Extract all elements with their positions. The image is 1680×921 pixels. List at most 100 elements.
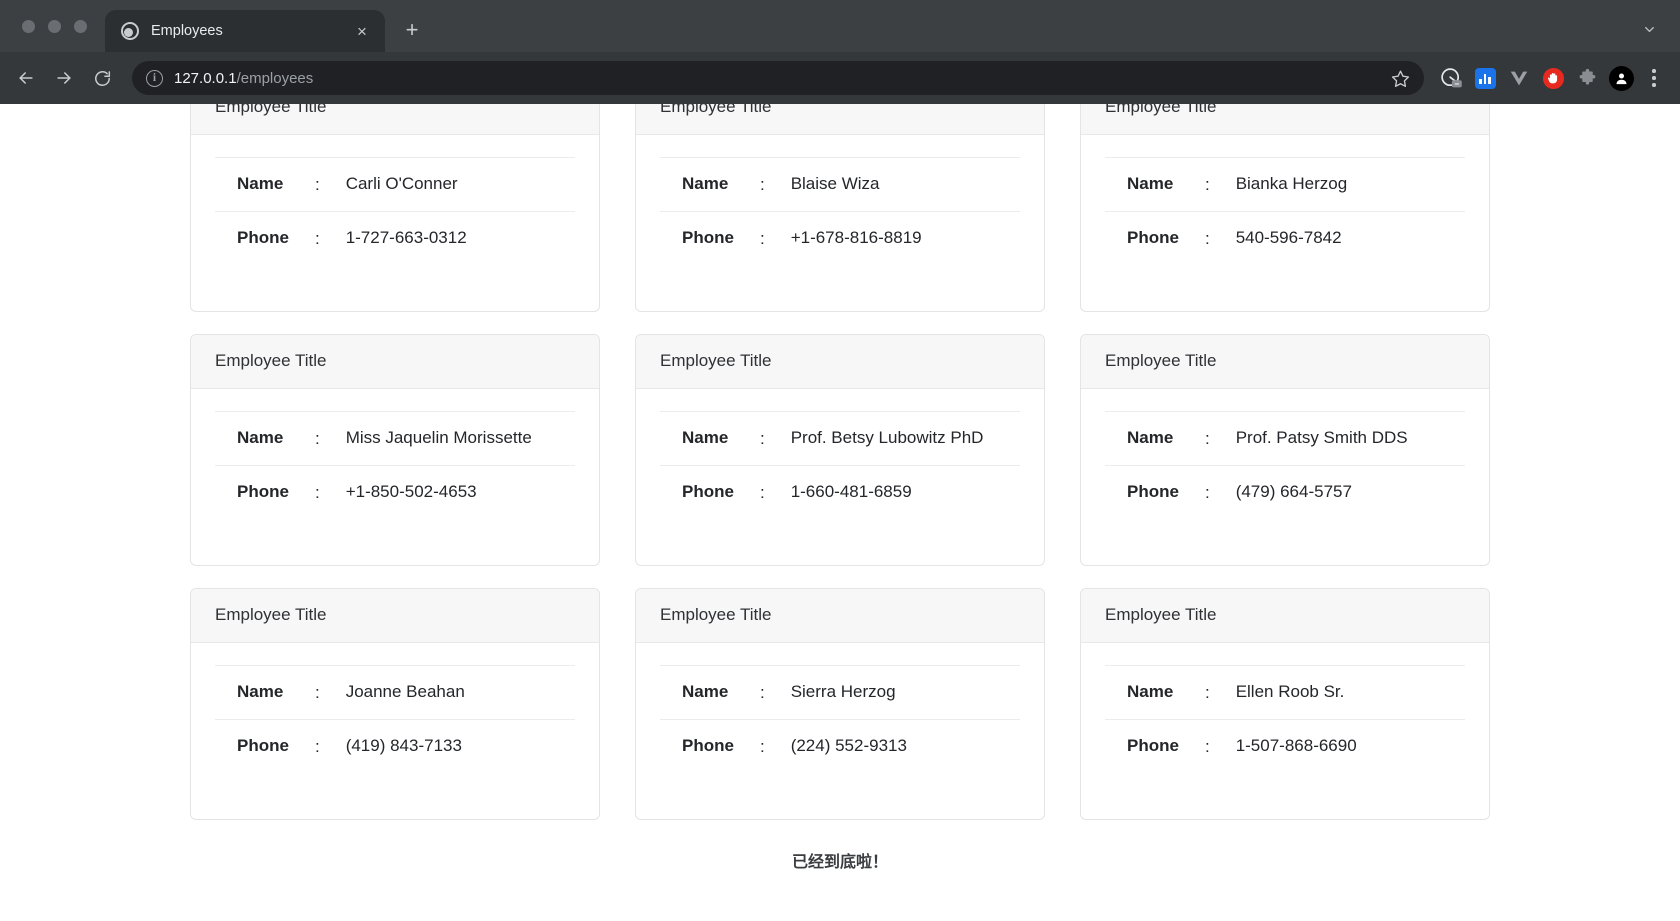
card-title: Employee Title — [191, 589, 599, 643]
name-label: Name — [237, 174, 284, 193]
phone-value: 540-596-7842 — [1235, 228, 1342, 247]
card-title: Employee Title — [1081, 589, 1489, 643]
info-circle-icon[interactable]: i — [146, 69, 163, 87]
screenshot-extension-icon[interactable] — [1436, 63, 1466, 93]
profile-avatar-button[interactable] — [1606, 63, 1636, 93]
separator: : — [759, 228, 765, 248]
table-row-name: Name : Blaise Wiza — [660, 157, 1020, 212]
card-body: Name : Prof. Patsy Smith DDS Phone : (47… — [1081, 389, 1489, 565]
table-row-phone: Phone : +1-678-816-8819 — [660, 211, 1020, 266]
separator: : — [1204, 228, 1210, 248]
separator: : — [759, 736, 765, 756]
employee-detail-table: Name : Prof. Patsy Smith DDS Phone : (47… — [1105, 411, 1465, 519]
analytics-extension-icon[interactable] — [1470, 63, 1500, 93]
table-row-phone: Phone : 540-596-7842 — [1105, 211, 1465, 266]
name-label: Name — [1127, 682, 1174, 701]
card-title: Employee Title — [191, 335, 599, 389]
minimize-window-button[interactable] — [48, 19, 61, 33]
card-body: Name : Prof. Betsy Lubowitz PhD Phone : … — [636, 389, 1044, 565]
separator: : — [314, 482, 320, 502]
table-row-phone: Phone : (419) 843-7133 — [215, 719, 575, 774]
separator: : — [1204, 428, 1210, 448]
person-avatar-icon — [1608, 65, 1634, 91]
url-text: 127.0.0.1/employees — [174, 70, 313, 87]
separator: : — [314, 736, 320, 756]
address-bar[interactable]: i 127.0.0.1/employees — [132, 61, 1424, 95]
table-row-phone: Phone : 1-727-663-0312 — [215, 211, 575, 266]
vimium-extension-icon[interactable] — [1504, 63, 1534, 93]
phone-label: Phone — [1127, 228, 1179, 247]
card-body: Name : Joanne Beahan Phone : (419) 843-7… — [191, 643, 599, 819]
tab-strip: Employees × + — [0, 0, 1680, 52]
table-row-name: Name : Carli O'Conner — [215, 157, 575, 212]
card-title: Employee Title — [636, 335, 1044, 389]
close-window-button[interactable] — [22, 19, 35, 33]
name-value: Miss Jaquelin Morissette — [345, 428, 532, 447]
name-value: Sierra Herzog — [790, 682, 896, 701]
employee-card[interactable]: Employee Title Name : Ellen Roob Sr. Pho… — [1080, 588, 1490, 820]
employee-detail-table: Name : Carli O'Conner Phone : 1-727-663-… — [215, 157, 575, 265]
new-tab-button[interactable]: + — [393, 11, 431, 49]
employee-card-grid: Employee Title Name : Carli O'Conner Pho… — [190, 104, 1490, 820]
phone-value: 1-727-663-0312 — [345, 228, 467, 247]
employee-detail-table: Name : Bianka Herzog Phone : 540-596-784… — [1105, 157, 1465, 265]
separator: : — [759, 682, 765, 702]
separator: : — [1204, 682, 1210, 702]
card-body: Name : Miss Jaquelin Morissette Phone : … — [191, 389, 599, 565]
name-value: Prof. Betsy Lubowitz PhD — [790, 428, 984, 447]
name-value: Carli O'Conner — [345, 174, 458, 193]
employee-card[interactable]: Employee Title Name : Blaise Wiza Phone … — [635, 104, 1045, 312]
name-value: Ellen Roob Sr. — [1235, 682, 1345, 701]
phone-value: (419) 843-7133 — [345, 736, 462, 755]
table-row-name: Name : Sierra Herzog — [660, 665, 1020, 720]
employee-card[interactable]: Employee Title Name : Prof. Betsy Lubowi… — [635, 334, 1045, 566]
close-icon[interactable]: × — [351, 20, 373, 42]
phone-value: 1-660-481-6859 — [790, 482, 912, 501]
phone-label: Phone — [682, 482, 734, 501]
name-label: Name — [682, 428, 729, 447]
card-title: Employee Title — [1081, 104, 1489, 135]
tab-employees[interactable]: Employees × — [105, 10, 385, 52]
phone-label: Phone — [682, 736, 734, 755]
card-title: Employee Title — [191, 104, 599, 135]
employee-card[interactable]: Employee Title Name : Sierra Herzog Phon… — [635, 588, 1045, 820]
employee-card[interactable]: Employee Title Name : Joanne Beahan Phon… — [190, 588, 600, 820]
end-of-list-note: 已经到底啦！ — [791, 852, 888, 871]
maximize-window-button[interactable] — [74, 19, 87, 33]
kebab-menu-icon[interactable] — [1640, 63, 1668, 93]
phone-label: Phone — [682, 228, 734, 247]
separator: : — [314, 228, 320, 248]
table-row-name: Name : Joanne Beahan — [215, 665, 575, 720]
employee-card[interactable]: Employee Title Name : Miss Jaquelin Mori… — [190, 334, 600, 566]
employee-card[interactable]: Employee Title Name : Bianka Herzog Phon… — [1080, 104, 1490, 312]
table-row-phone: Phone : (224) 552-9313 — [660, 719, 1020, 774]
extensions-puzzle-icon[interactable] — [1572, 63, 1602, 93]
forward-button[interactable] — [46, 60, 82, 96]
phone-value: +1-678-816-8819 — [790, 228, 922, 247]
separator: : — [1204, 174, 1210, 194]
separator: : — [1204, 736, 1210, 756]
employee-card[interactable]: Employee Title Name : Prof. Patsy Smith … — [1080, 334, 1490, 566]
name-value: Blaise Wiza — [790, 174, 880, 193]
table-row-phone: Phone : +1-850-502-4653 — [215, 465, 575, 520]
separator: : — [314, 682, 320, 702]
globe-icon — [121, 22, 139, 40]
employee-card[interactable]: Employee Title Name : Carli O'Conner Pho… — [190, 104, 600, 312]
reload-button[interactable] — [84, 60, 120, 96]
table-row-name: Name : Miss Jaquelin Morissette — [215, 411, 575, 466]
phone-value: (224) 552-9313 — [790, 736, 907, 755]
chevron-down-icon[interactable] — [1636, 16, 1662, 42]
separator: : — [759, 174, 765, 194]
employee-detail-table: Name : Joanne Beahan Phone : (419) 843-7… — [215, 665, 575, 773]
employee-detail-table: Name : Miss Jaquelin Morissette Phone : … — [215, 411, 575, 519]
star-icon[interactable] — [1391, 69, 1410, 88]
card-body: Name : Blaise Wiza Phone : +1-678-816-88… — [636, 135, 1044, 311]
back-button[interactable] — [8, 60, 44, 96]
adblock-stop-hand-icon[interactable] — [1538, 63, 1568, 93]
card-title: Employee Title — [636, 589, 1044, 643]
table-row-name: Name : Prof. Betsy Lubowitz PhD — [660, 411, 1020, 466]
name-label: Name — [237, 682, 284, 701]
tab-title: Employees — [151, 23, 223, 39]
browser-toolbar: i 127.0.0.1/employees — [0, 52, 1680, 104]
phone-value: 1-507-868-6690 — [1235, 736, 1357, 755]
